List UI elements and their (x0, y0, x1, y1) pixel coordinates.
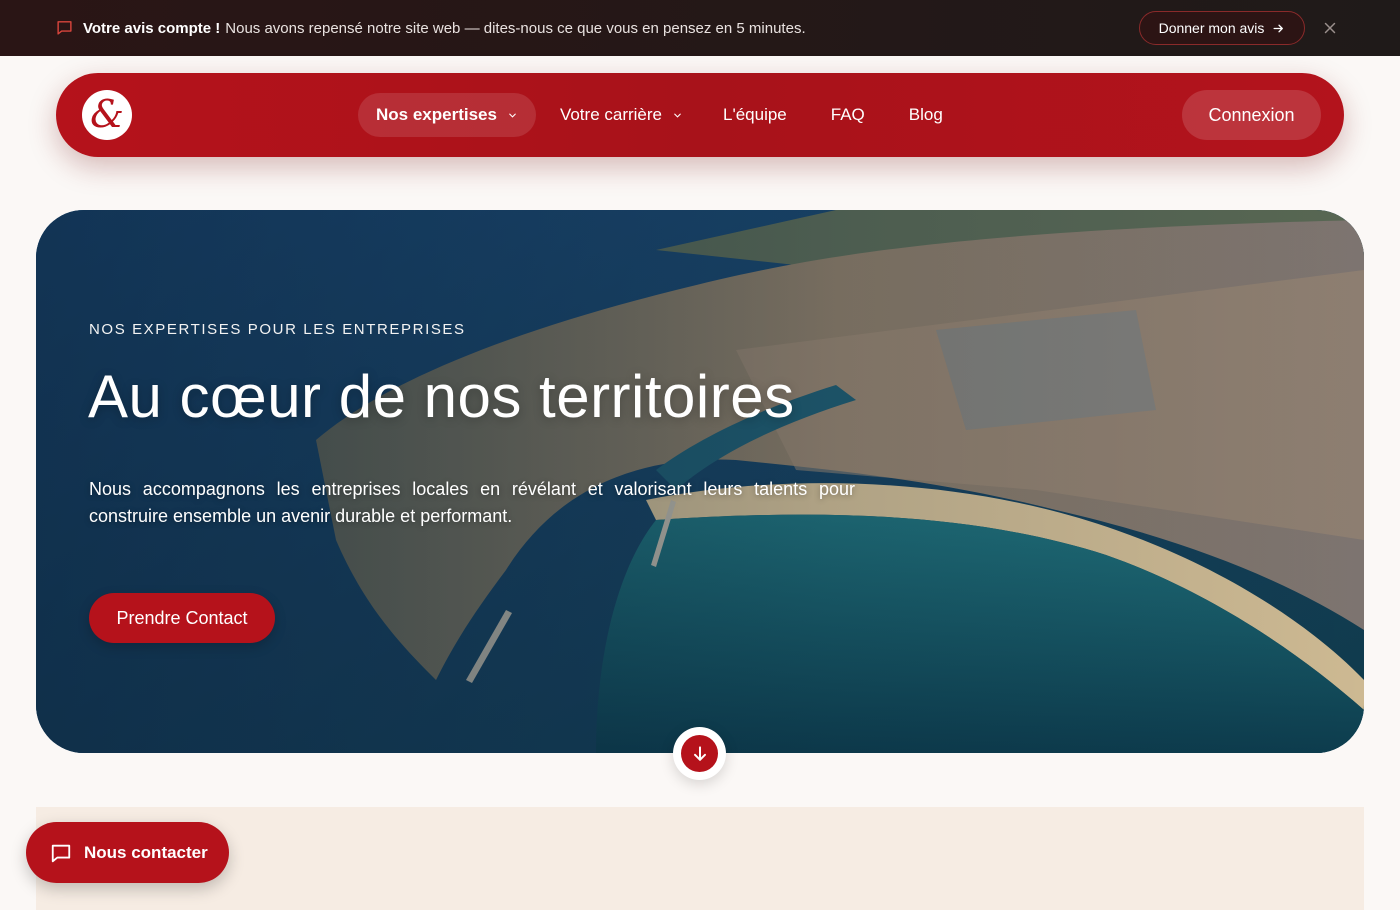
contact-button[interactable]: Prendre Contact (89, 593, 275, 643)
scroll-down-button[interactable] (673, 727, 726, 780)
nav-item-equipe[interactable]: L'équipe (701, 93, 809, 137)
nav-item-label: FAQ (830, 105, 865, 124)
login-button[interactable]: Connexion (1182, 90, 1321, 140)
feedback-button-label: Donner mon avis (1158, 20, 1265, 36)
nav-item-label: Votre carrière (559, 105, 662, 124)
arrow-right-icon (1273, 24, 1284, 32)
hero-description: Nous accompagnons les entreprises locale… (89, 479, 855, 526)
announcement-message: Nous avons repensé notre site web — dite… (225, 19, 806, 37)
arrow-down-icon (693, 745, 706, 761)
announcement-text: Votre avis compte ! Nous avons repensé n… (83, 0, 806, 56)
logo[interactable]: & (82, 90, 132, 140)
main-navbar: & Nos expertises Votre carrière L'équipe… (56, 73, 1344, 157)
chevron-down-icon (674, 113, 681, 118)
nav-item-expertises[interactable]: Nos expertises (358, 93, 536, 137)
floating-contact-button[interactable]: Nous contacter (26, 822, 229, 883)
announcement-bold: Votre avis compte ! (83, 19, 221, 37)
nav-item-label: L'équipe (723, 105, 787, 124)
ampersand-logo-icon: & (90, 92, 124, 136)
message-square-icon (57, 21, 72, 35)
nav-menu: Nos expertises Votre carrière L'équipe F… (358, 93, 965, 137)
scroll-down-circle (681, 735, 718, 772)
floating-contact-label: Nous contacter (84, 842, 208, 862)
svg-text:&: & (90, 92, 124, 136)
hero-eyebrow: NOS EXPERTISES POUR LES ENTREPRISES (89, 321, 466, 338)
nav-item-label: Nos expertises (376, 105, 497, 124)
hero-section: NOS EXPERTISES POUR LES ENTREPRISES Au c… (36, 210, 1364, 753)
next-section (36, 807, 1364, 910)
nav-item-carriere[interactable]: Votre carrière (542, 93, 701, 137)
nav-item-label: Blog (908, 105, 943, 124)
nav-item-faq[interactable]: FAQ (809, 93, 887, 137)
feedback-button[interactable]: Donner mon avis (1139, 11, 1305, 45)
nav-item-blog[interactable]: Blog (887, 93, 965, 137)
chevron-down-icon (509, 113, 516, 118)
close-icon[interactable] (1321, 19, 1339, 37)
announcement-bar: Votre avis compte ! Nous avons repensé n… (0, 0, 1400, 56)
hero-title: Au cœur de nos territoires (88, 363, 795, 430)
message-square-icon (51, 844, 71, 862)
